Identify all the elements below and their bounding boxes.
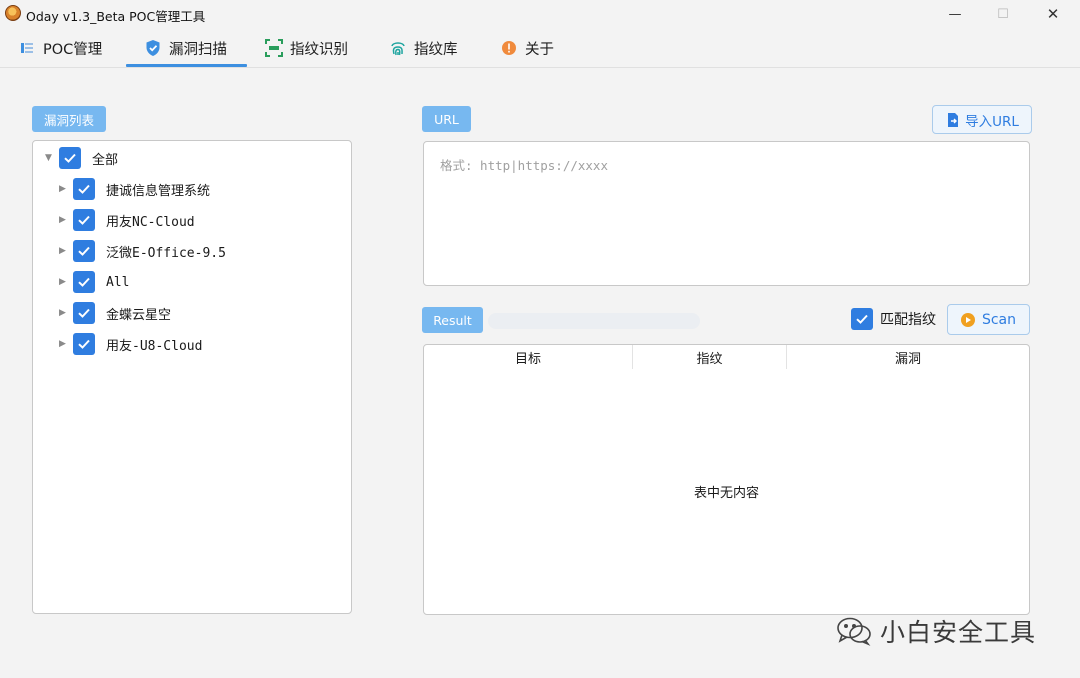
minimize-button[interactable]: — bbox=[932, 0, 978, 28]
tab-about[interactable]: 关于 bbox=[500, 28, 554, 68]
column-header-target[interactable]: 目标 bbox=[424, 345, 632, 369]
tab-fingerprint-identify[interactable]: 指纹识别 bbox=[265, 28, 348, 68]
list-icon bbox=[18, 39, 36, 57]
table-header: 目标 指纹 漏洞 bbox=[424, 345, 1029, 369]
collapse-arrow-icon[interactable]: ▼ bbox=[45, 153, 57, 163]
url-tag: URL bbox=[422, 106, 471, 132]
url-textarea[interactable]: 格式: http|https://xxxx bbox=[423, 141, 1030, 286]
tree-item-label: 金蝶云星空 bbox=[106, 307, 172, 323]
import-url-button[interactable]: 导入URL bbox=[932, 105, 1032, 134]
window-title: Oday v1.3_Beta POC管理工具 bbox=[26, 9, 206, 24]
result-table: 目标 指纹 漏洞 表中无内容 bbox=[423, 344, 1030, 615]
tree-root-label: 全部 bbox=[92, 152, 119, 168]
tree-item[interactable]: ▶ 捷诚信息管理系统 bbox=[59, 177, 210, 201]
title-bar: Oday v1.3_Beta POC管理工具 — ☐ ✕ bbox=[0, 0, 1080, 28]
shield-icon bbox=[144, 39, 162, 57]
expand-arrow-icon[interactable]: ▶ bbox=[59, 184, 71, 194]
tab-bar: POC管理 漏洞扫描 指纹识别 指纹库 关于 bbox=[0, 28, 1080, 68]
watermark-text: 小白安全工具 bbox=[880, 618, 1037, 647]
import-file-icon bbox=[945, 112, 961, 128]
expand-arrow-icon[interactable]: ▶ bbox=[59, 339, 71, 349]
tab-label: POC管理 bbox=[43, 41, 103, 58]
column-header-vuln[interactable]: 漏洞 bbox=[786, 345, 1029, 369]
item-checkbox[interactable] bbox=[73, 209, 95, 231]
url-placeholder: 格式: http|https://xxxx bbox=[440, 158, 608, 173]
tab-label: 漏洞扫描 bbox=[169, 41, 227, 58]
scan-button[interactable]: Scan bbox=[947, 304, 1030, 335]
item-checkbox[interactable] bbox=[73, 333, 95, 355]
expand-arrow-icon[interactable]: ▶ bbox=[59, 308, 71, 318]
fingerprint-icon bbox=[389, 39, 407, 57]
result-tag: Result bbox=[422, 307, 483, 333]
scan-frame-icon bbox=[265, 39, 283, 57]
column-header-fingerprint[interactable]: 指纹 bbox=[632, 345, 786, 369]
tree-item[interactable]: ▶ 用友-U8-Cloud bbox=[59, 332, 202, 356]
info-icon bbox=[500, 39, 518, 57]
expand-arrow-icon[interactable]: ▶ bbox=[59, 277, 71, 287]
close-button[interactable]: ✕ bbox=[1030, 0, 1076, 28]
tree-root[interactable]: ▼ 全部 bbox=[45, 146, 118, 170]
tree-item[interactable]: ▶ 用友NC-Cloud bbox=[59, 208, 195, 232]
tree-item-label: All bbox=[106, 274, 130, 290]
scan-button-label: Scan bbox=[981, 311, 1017, 328]
vuln-tree: ▼ 全部 ▶ 捷诚信息管理系统 ▶ 用友NC-Cloud ▶ 泛微E-Offic… bbox=[32, 140, 352, 614]
tree-item-label: 泛微E-Office-9.5 bbox=[106, 245, 226, 261]
tree-item[interactable]: ▶ 金蝶云星空 bbox=[59, 301, 171, 325]
scan-progress-bar bbox=[488, 313, 700, 329]
import-url-label: 导入URL bbox=[965, 113, 1019, 130]
tree-item[interactable]: ▶ 泛微E-Office-9.5 bbox=[59, 239, 226, 263]
empty-table-message: 表中无内容 bbox=[693, 486, 759, 501]
maximize-button[interactable]: ☐ bbox=[980, 0, 1026, 28]
app-logo-icon bbox=[5, 5, 21, 21]
tree-item-label: 捷诚信息管理系统 bbox=[106, 183, 211, 199]
vuln-list-tag: 漏洞列表 bbox=[32, 106, 106, 132]
tab-poc-management[interactable]: POC管理 bbox=[18, 28, 102, 68]
tab-label: 指纹识别 bbox=[290, 41, 348, 58]
tree-item[interactable]: ▶ All bbox=[59, 270, 129, 294]
match-fingerprint-label[interactable]: 匹配指纹 bbox=[880, 309, 936, 329]
play-icon bbox=[960, 312, 975, 327]
tab-label: 指纹库 bbox=[414, 41, 458, 58]
tab-label: 关于 bbox=[525, 41, 554, 58]
item-checkbox[interactable] bbox=[73, 178, 95, 200]
root-checkbox[interactable] bbox=[59, 147, 81, 169]
tab-fingerprint-library[interactable]: 指纹库 bbox=[389, 28, 458, 68]
item-checkbox[interactable] bbox=[73, 302, 95, 324]
watermark: 小白安全工具 bbox=[836, 612, 1036, 650]
wechat-icon bbox=[836, 616, 872, 646]
tree-item-label: 用友-U8-Cloud bbox=[106, 338, 203, 354]
match-fingerprint-checkbox[interactable] bbox=[851, 308, 873, 330]
tab-vuln-scan[interactable]: 漏洞扫描 bbox=[126, 28, 247, 68]
expand-arrow-icon[interactable]: ▶ bbox=[59, 246, 71, 256]
expand-arrow-icon[interactable]: ▶ bbox=[59, 215, 71, 225]
item-checkbox[interactable] bbox=[73, 240, 95, 262]
tree-item-label: 用友NC-Cloud bbox=[106, 214, 195, 230]
item-checkbox[interactable] bbox=[73, 271, 95, 293]
